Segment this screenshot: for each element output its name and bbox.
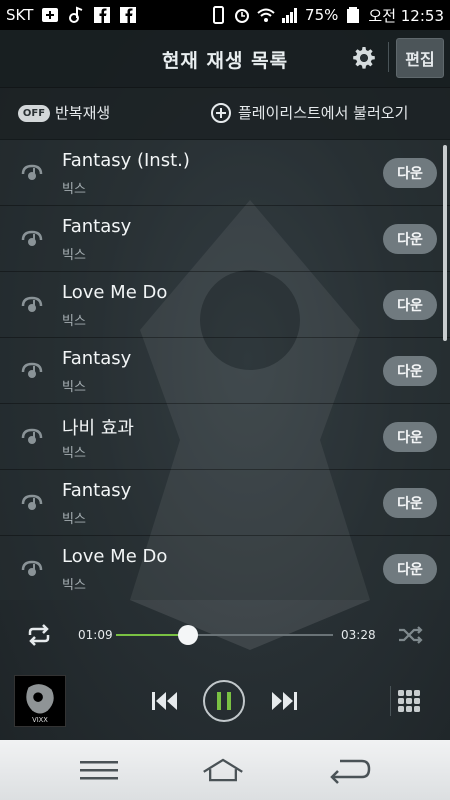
- carrier-label: SKT: [6, 6, 34, 24]
- progress-area: 01:09 03:28: [0, 600, 450, 670]
- download-button[interactable]: 다운: [383, 554, 437, 584]
- music-note-icon: [21, 296, 43, 312]
- list-item[interactable]: Fantasy 빅스 다운: [0, 470, 450, 536]
- playlist: Fantasy (Inst.) 빅스 다운 Fantasy 빅스 다운 Love…: [0, 140, 450, 600]
- previous-track-icon[interactable]: [150, 690, 180, 712]
- phone-icon: [213, 6, 225, 24]
- album-art[interactable]: VIXX: [14, 675, 66, 727]
- music-note-icon: [21, 362, 43, 378]
- total-time: 03:28: [341, 628, 376, 642]
- gear-icon[interactable]: [352, 46, 376, 70]
- download-button[interactable]: 다운: [383, 224, 437, 254]
- song-title: 나비 효과: [62, 418, 134, 439]
- home-icon[interactable]: [201, 756, 245, 784]
- song-title: Fantasy: [62, 216, 132, 237]
- list-item[interactable]: Fantasy (Inst.) 빅스 다운: [0, 140, 450, 206]
- edit-button[interactable]: 편집: [396, 38, 444, 78]
- seek-bar-handle[interactable]: [177, 625, 198, 645]
- shuffle-icon[interactable]: [398, 625, 424, 645]
- repeat-toggle[interactable]: OFF: [18, 105, 50, 122]
- song-artist: 빅스: [62, 446, 86, 461]
- download-button[interactable]: 다운: [383, 356, 437, 386]
- battery-percent: 75%: [305, 6, 339, 24]
- list-item[interactable]: 나비 효과 빅스 다운: [0, 404, 450, 470]
- facebook-icon: [120, 7, 137, 23]
- alarm-icon: [235, 9, 250, 23]
- download-button[interactable]: 다운: [383, 422, 437, 452]
- music-note-icon: [21, 164, 43, 180]
- download-button[interactable]: 다운: [383, 158, 437, 188]
- menu-icon[interactable]: [77, 756, 121, 784]
- song-artist: 빅스: [62, 512, 86, 527]
- pause-icon: [217, 692, 231, 710]
- wifi-icon: [257, 8, 275, 22]
- song-title: Love Me Do: [62, 546, 168, 567]
- list-item[interactable]: Fantasy 빅스 다운: [0, 206, 450, 272]
- song-title: Fantasy (Inst.): [62, 150, 190, 171]
- options-bar: OFF 반복재생 플레이리스트에서 불러오기: [0, 88, 450, 140]
- signal-icon: [282, 8, 298, 23]
- song-title: Love Me Do: [62, 282, 168, 303]
- song-title: Fantasy: [62, 480, 132, 501]
- album-art-label: VIXX: [32, 716, 48, 724]
- back-icon[interactable]: [328, 756, 372, 784]
- repeat-label[interactable]: 반복재생: [55, 102, 110, 123]
- music-note-icon: [21, 494, 43, 510]
- song-artist: 빅스: [62, 182, 86, 197]
- download-button[interactable]: 다운: [383, 290, 437, 320]
- list-item[interactable]: Love Me Do 빅스 다운: [0, 536, 450, 600]
- controls-divider: [390, 686, 391, 716]
- next-track-icon[interactable]: [269, 690, 299, 712]
- clock: 오전 12:53: [368, 6, 444, 25]
- seek-bar-progress: [116, 634, 188, 636]
- pause-button[interactable]: [203, 680, 245, 722]
- system-nav-bar: [0, 740, 450, 800]
- facebook-icon: [94, 7, 111, 23]
- status-bar: SKT 75% 오전 12:53: [0, 0, 450, 30]
- song-artist: 빅스: [62, 314, 86, 329]
- list-scrollbar[interactable]: [443, 145, 447, 341]
- elapsed-time: 01:09: [78, 628, 113, 642]
- song-artist: 빅스: [62, 380, 86, 395]
- music-note-icon: [69, 6, 83, 23]
- music-note-icon: [21, 230, 43, 246]
- music-note-icon: [21, 428, 43, 444]
- repeat-icon[interactable]: [26, 624, 52, 646]
- plus-circle-icon[interactable]: [210, 102, 232, 124]
- battery-icon: [347, 7, 360, 23]
- page-title: 현재 재생 목록: [161, 50, 289, 72]
- load-playlist-button[interactable]: 플레이리스트에서 불러오기: [238, 102, 408, 123]
- list-item[interactable]: Fantasy 빅스 다운: [0, 338, 450, 404]
- song-title: Fantasy: [62, 348, 132, 369]
- seek-bar[interactable]: [116, 625, 333, 645]
- music-note-icon: [21, 560, 43, 576]
- song-artist: 빅스: [62, 248, 86, 263]
- download-button[interactable]: 다운: [383, 488, 437, 518]
- player-controls: VIXX: [0, 670, 450, 740]
- song-artist: 빅스: [62, 578, 86, 593]
- add-box-icon: [42, 8, 59, 22]
- list-item[interactable]: Love Me Do 빅스 다운: [0, 272, 450, 338]
- grid-menu-icon[interactable]: [397, 689, 421, 713]
- header-divider: [388, 42, 389, 72]
